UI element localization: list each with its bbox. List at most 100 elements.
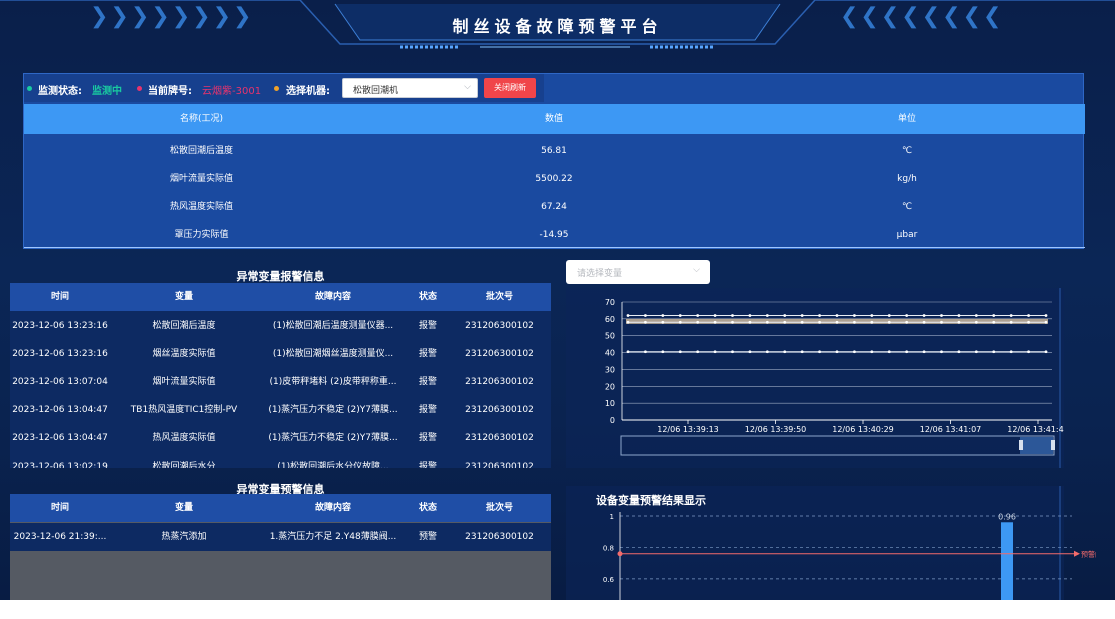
series-point [887, 320, 891, 324]
series-point [661, 320, 665, 324]
series-point [626, 320, 630, 324]
params-header-value: 数值 [544, 114, 563, 124]
alarm-batch: 231206300102 [465, 321, 534, 331]
series-point [905, 350, 909, 354]
zoom-slider-right-handle[interactable] [1051, 440, 1055, 450]
series-point [765, 314, 769, 317]
machine-select[interactable]: 松散回潮机 ⌵ [342, 78, 478, 98]
variable-select[interactable]: 请选择变量 ⌵ [566, 260, 710, 284]
series-point [678, 350, 682, 354]
alarm-status: 报警 [418, 433, 437, 443]
series-point [1009, 320, 1013, 324]
series-point [992, 314, 996, 317]
table-row[interactable]: 2023-12-06 13:07:04 烟叶流量实际值 (1)皮带秤堵料 (2)… [10, 368, 551, 396]
parameters-panel: 监测状态: 监测中 当前牌号: 云烟紫-3001 选择机器: 松散回潮机 ⌵ 关… [23, 73, 1085, 249]
series-point [713, 320, 717, 324]
alarm-header-time: 时间 [50, 292, 69, 302]
bar-chart-title: 设备变量预警结果显示 [596, 493, 706, 507]
alarm-fault: (1)松散回潮后温度测量仪器... [272, 321, 394, 331]
alarm-header-variable: 变量 [174, 292, 193, 302]
warning-status: 预警 [418, 532, 437, 542]
machine-select-value: 松散回潮机 [353, 86, 399, 96]
y-tick-label: 40 [605, 349, 615, 358]
close-refresh-button[interactable]: 关闭刷新 [484, 78, 536, 98]
series-point [644, 320, 647, 324]
series-point [800, 320, 804, 324]
series-point [661, 350, 665, 354]
table-row[interactable]: 2023-12-06 13:23:16 烟丝温度实际值 (1)松散回潮烟丝温度测… [10, 340, 551, 368]
series-point [818, 314, 821, 317]
warning-header-variable: 变量 [174, 503, 193, 513]
series-point [626, 314, 630, 317]
series-point [853, 320, 856, 324]
alarm-status: 报警 [418, 405, 437, 415]
series-point [696, 314, 700, 317]
warning-header-time: 时间 [50, 503, 69, 513]
warning-result-bar-chart: 设备变量预警结果显示 0.40.60.81 0.260.96 预警阈 [566, 486, 1096, 600]
zoom-slider-window[interactable] [1020, 437, 1053, 454]
series-point [957, 350, 961, 354]
alarm-fault: (1)松散回潮烟丝温度测量仪... [272, 349, 394, 359]
param-unit: μbar [896, 230, 918, 240]
warning-header-batch: 批次号 [485, 503, 513, 513]
series-point [974, 314, 978, 317]
series-point [870, 350, 874, 354]
monitor-status-value: 监测中 [92, 86, 122, 97]
y-tick-label: 1 [610, 513, 614, 521]
series-point [713, 350, 717, 354]
series-point [992, 350, 996, 354]
series-point [748, 320, 752, 324]
series-point [905, 314, 909, 317]
alarm-time: 2023-12-06 13:23:16 [12, 349, 108, 359]
series-point [940, 350, 943, 354]
monitor-status-label: 监测状态: [38, 86, 82, 97]
series-point [887, 314, 891, 317]
param-name: 松散回潮后温度 [169, 146, 233, 156]
table-row[interactable]: 2023-12-06 21:39:... 热蒸汽添加 1.蒸汽压力不足 2.Y4… [10, 523, 551, 551]
alarm-batch: 231206300102 [465, 405, 534, 415]
param-value: 56.81 [541, 146, 567, 156]
series-point [940, 320, 943, 324]
alarm-fault: (1)松散回潮后水分仪故障... [277, 462, 389, 468]
alarm-variable: 烟丝温度实际值 [152, 349, 216, 359]
table-row[interactable]: 2023-12-06 13:04:47 TB1热风温度TIC1控制-PV (1)… [10, 396, 551, 424]
y-tick-label: 10 [605, 399, 615, 408]
params-table-header: 名称(工况) 数值 单位 [24, 104, 1085, 134]
x-tick-label: 12/06 13:41:07 [920, 425, 982, 434]
alarm-header-batch: 批次号 [485, 292, 513, 302]
x-tick-label: 12/06 13:41:45 [1007, 425, 1064, 434]
alarm-fault: (1)蒸汽压力不稳定 (2)Y7薄膜... [268, 405, 398, 415]
alarm-fault: (1)蒸汽压力不稳定 (2)Y7薄膜... [268, 433, 398, 443]
alarm-time: 2023-12-06 13:23:16 [12, 321, 108, 331]
param-unit: kg/h [897, 174, 917, 184]
series-point [783, 350, 787, 354]
series-point [626, 350, 630, 354]
alarm-time: 2023-12-06 13:02:19 [12, 462, 108, 468]
series-point [1027, 320, 1030, 324]
table-row[interactable]: 2023-12-06 13:23:16 松散回潮后温度 (1)松散回潮后温度测量… [10, 312, 551, 340]
warning-time: 2023-12-06 21:39:... [13, 532, 107, 542]
series-point [678, 320, 682, 324]
alarm-header-status: 状态 [418, 292, 437, 302]
series-point [957, 320, 961, 324]
warning-variable: 热蒸汽添加 [161, 532, 207, 542]
warning-table-header: 时间 变量 故障内容 状态 批次号 [10, 494, 551, 522]
param-name: 热风温度实际值 [169, 202, 233, 212]
table-row[interactable]: 2023-12-06 13:04:47 热风温度实际值 (1)蒸汽压力不稳定 (… [10, 424, 551, 452]
zoom-slider-left-handle[interactable] [1019, 440, 1023, 450]
y-tick-label: 0 [610, 416, 615, 425]
series-point [974, 320, 978, 324]
alarm-variable: TB1热风温度TIC1控制-PV [130, 405, 238, 415]
params-header-name: 名称(工况) [179, 114, 224, 124]
alarm-status: 报警 [418, 377, 437, 387]
table-row[interactable]: 2023-12-06 13:02:19 松散回潮后水分 (1)松散回潮后水分仪故… [10, 453, 551, 468]
series-point [748, 350, 752, 354]
chevron-down-icon: ⌵ [464, 82, 471, 92]
series-point [853, 350, 856, 354]
y-tick-label: 0.8 [603, 544, 614, 552]
y-tick-label: 30 [605, 365, 615, 374]
threshold-label: 预警阈 [1081, 550, 1096, 559]
alarm-time: 2023-12-06 13:04:47 [12, 405, 108, 415]
series-point [800, 314, 804, 317]
series-point [731, 314, 734, 317]
